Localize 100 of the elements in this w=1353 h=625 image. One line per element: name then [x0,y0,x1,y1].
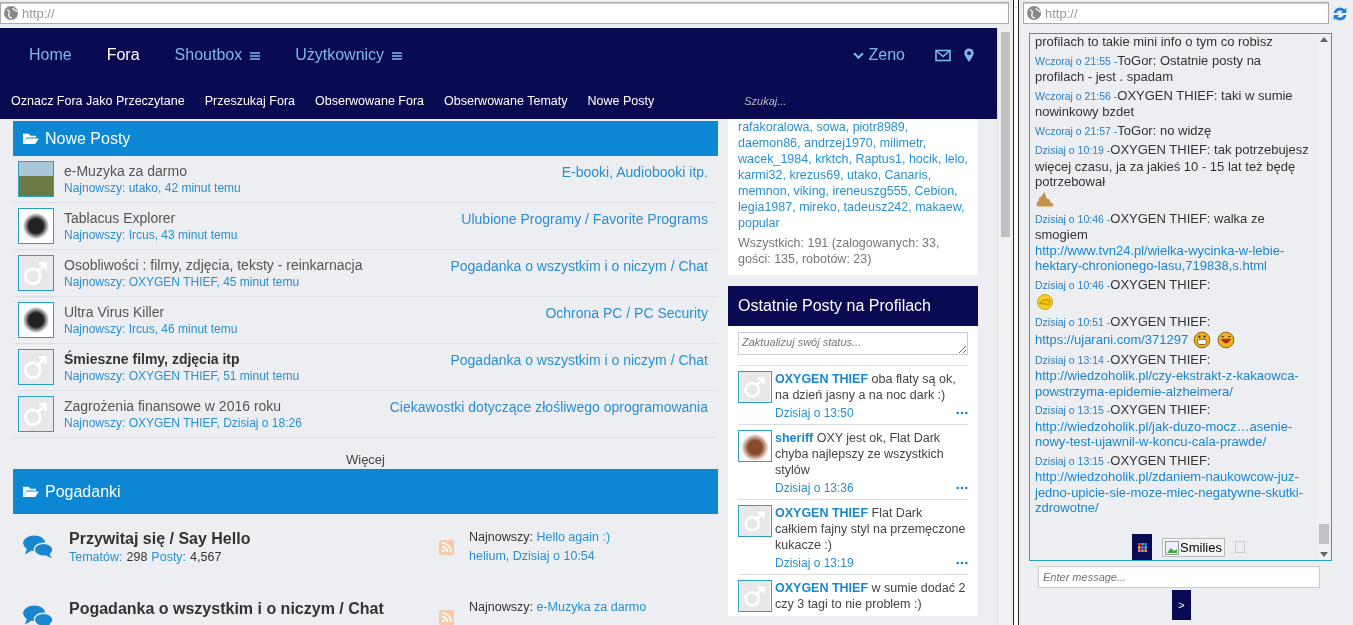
nav-tab[interactable]: Fora [106,46,140,64]
stat-label: Posty: [151,550,187,564]
forum-link[interactable]: Ciekawostki dotyczące złośliwego oprogramowania [389,399,708,415]
nav-tab[interactable]: Shoutbox [174,46,243,64]
more-options-icon[interactable] [956,486,968,490]
post-time-link[interactable]: Dzisiaj o 13:36 [775,481,854,495]
stat-value: 4,567 [190,550,222,564]
message-link[interactable]: http://wiedzoholik.pl/czy-ekstrakt-z-kakaowca-powstrzyma-epidemie-alzheimera/ [1035,368,1313,399]
chat-message: Dzisiaj o 13:15 -OXYGEN THIEF: [1035,402,1212,419]
globe-icon [1026,5,1042,21]
nav-tab[interactable]: Home [29,46,72,64]
scroll-up-icon[interactable] [1320,37,1328,42]
checkbox[interactable] [1234,541,1245,553]
stat-value: 298 [126,550,148,564]
laughing-emoji-icon [1216,330,1237,349]
color-grid-icon [1137,542,1147,552]
message-link[interactable]: http://www.tvn24.pl/wielka-wycinka-w-lebie-hektary-chronionego-lasu,719838,s.html [1035,242,1313,274]
latest-post-link[interactable]: Najnowszy: OXYGEN THIEF, 45 minut temu [64,275,451,289]
nav-tab[interactable]: Użytkownicy [295,46,385,64]
forum-link[interactable]: Pogadanka o wszystkim i o niczym / Chat [450,258,708,274]
subnav-link[interactable]: Nowe Posty [587,93,655,108]
topic-link[interactable]: Osobliwości : filmy, zdjęcia, teksty - reinkarnacja [64,257,451,273]
more-options-icon[interactable] [956,561,968,565]
message-input[interactable]: Enter message... [1038,566,1320,588]
post-time-link[interactable]: Dzisiaj o 13:19 [775,556,854,570]
facepalm-emoji-icon [1035,293,1055,311]
address-bar[interactable]: http:// [0,2,1009,24]
topic-link[interactable]: Śmieszne filmy, zdjęcia itp [64,351,451,367]
scrollbar[interactable] [997,28,1013,625]
latest-post-link[interactable]: Najnowszy: OXYGEN THIEF, Dzisiaj o 18:26 [64,416,390,430]
latest-label: Najnowszy: [469,530,533,544]
message-link[interactable]: http://wiedzoholik.pl/zdaniem-naukowcow-juz-jedno-upicie-sie-moze-miec-negatywne-skutki-zdrowotne/ [1035,469,1313,516]
avatar-image [739,431,771,461]
status-field[interactable]: Zaktualizuj swój status... [738,332,968,355]
forum-link[interactable]: Pogadanka o wszystkim i o niczym / Chat [450,352,708,368]
scrollbar-thumb[interactable] [1319,524,1329,544]
male-symbol-icon [19,256,53,290]
scrollbar-thumb[interactable] [1001,32,1010,237]
address-bar[interactable]: http:// [1023,2,1329,24]
scroll-down-icon[interactable] [1320,552,1328,557]
user-menu[interactable]: Zeno [852,46,905,64]
photo-placeholder [19,162,53,196]
color-palette-button[interactable] [1132,534,1152,560]
topic-link[interactable]: Ultra Virus Killer [64,304,546,320]
male-symbol-icon [19,397,53,431]
latest-topic-link[interactable]: e-Muzyka za darmo [536,600,647,614]
envelope-icon[interactable] [935,48,951,62]
chat-message: Dzisiaj o 13:15 -OXYGEN THIEF: [1035,452,1212,469]
stat-label: Tematów: [69,550,123,564]
map-pin-icon[interactable] [963,47,975,63]
subnav-link[interactable]: Oznacz Fora Jako Przeczytane [11,93,185,108]
more-options-icon[interactable] [956,411,968,415]
online-user-list: rafakoralowa, sowa, piotr8989, daemon86, andrzej1970, milimetr, wacek_1984, krktch, Raptus1, hocik, lelo, karmi32, krezus69, utako, Canaris, memnon, viking, ireneuszg555, Cebion, legia1987, mireko, tadeusz242, makaew, popular [738,119,968,231]
latest-label: Najnowszy: [469,600,533,614]
smilies-button[interactable]: Smilies [1162,538,1225,557]
latest-meta-link[interactable]: helium, Dzisiaj o 10:54 [469,549,611,563]
latest-post-link[interactable]: Najnowszy: Ircus, 46 minut temu [64,322,546,336]
subnav-link[interactable]: Obserwowane Tematy [444,93,568,108]
forum-link[interactable]: E-booki, Audiobooki itp. [561,164,708,180]
profile-post-text: OXYGEN THIEF w sumie dodać 2 czy 3 tagi to nie problem :) [775,580,967,612]
more-link[interactable]: Więcej [346,452,385,467]
grinning-emoji-icon [1192,330,1213,349]
menu-icon[interactable] [392,52,403,60]
latest-post-link[interactable]: Najnowszy: Ircus, 43 minut temu [64,228,462,242]
refresh-icon[interactable] [1331,5,1349,23]
send-button[interactable]: > [1172,590,1191,620]
profile-post-text: sheriff OXY jest ok, Flat Dark chyba najlepszy ze wszystkich stylów [775,430,945,478]
chat-bubbles-icon [22,534,54,560]
latest-post-link[interactable]: Najnowszy: utako, 42 minut temu [64,181,562,195]
male-symbol-icon [739,506,771,536]
subnav-link[interactable]: Przeszukaj Fora [204,93,295,108]
chat-message: Dzisiaj o 13:14 -OXYGEN THIEF: [1035,351,1212,368]
topic-link[interactable]: Zagrożenia finansowe w 2016 roku [64,398,390,414]
broken-image-icon [1165,540,1179,555]
chat-message: Dzisiaj o 10:46 -OXYGEN THIEF: [1035,276,1212,293]
subnav-link[interactable]: Obserwowane Fora [315,93,425,108]
message-link[interactable]: http://wiedzoholik.pl/jak-duzo-mocz…asenie-nowy-test-ujawnil-w-koncu-cala-prawde/ [1035,418,1313,450]
forum-link[interactable]: Ulubione Programy / Favorite Programs [461,211,708,227]
latest-topic-link[interactable]: Hello again :) [536,530,611,544]
scrollbar[interactable] [1317,34,1331,560]
chat-message: Wczoraj o 21:56 -OXYGEN THIEF: taki w sumie nowinkowy bzdet [1035,87,1294,120]
message-link[interactable]: https://ujarani.com/371297 [1035,331,1189,348]
profile-post-text: OXYGEN THIEF oba flaty są ok, na dzień jasny a na noc dark :) [775,371,957,403]
forum-link[interactable]: Ochrona PC / PC Security [545,305,708,321]
topic-link[interactable]: Tablacus Explorer [64,210,462,226]
search-field[interactable]: Szukaj... [742,93,947,108]
menu-icon[interactable] [250,52,261,60]
forum-title-link[interactable]: Pogadanka o wszystkim i o niczym / Chat [69,600,439,618]
folder-icon [22,132,39,145]
forum-title-link[interactable]: Przywitaj się / Say Hello [69,530,439,548]
post-time-link[interactable]: Dzisiaj o 13:50 [775,406,854,420]
male-symbol-icon [19,350,53,384]
topic-link[interactable]: e-Muzyka za darmo [64,163,562,179]
section-title: Nowe Posty [45,129,131,148]
chat-message: Wczoraj o 21:57 -ToGor: no widzę [1035,122,1213,139]
chat-message: Dzisiaj o 10:46 -OXYGEN THIEF: walka ze smogiem [1035,210,1266,243]
latest-post-link[interactable]: Najnowszy: OXYGEN THIEF, 51 minut temu [64,369,451,383]
male-symbol-icon [739,372,771,402]
chat-message: Dzisiaj o 10:19 -OXYGEN THIEF: tak potrzebujesz więcej czasu, ja za jakieś 10 - 15 lat też będę potrzebował [1035,142,1310,190]
globe-icon [3,5,19,21]
